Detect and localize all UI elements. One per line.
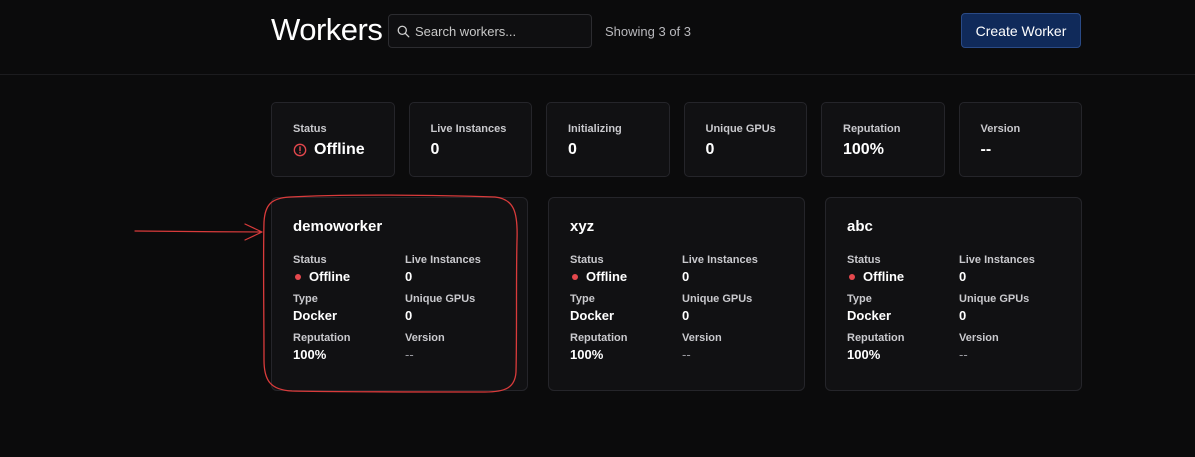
worker-live-instances: 0 [959, 269, 967, 284]
worker-card-abc[interactable]: abc Status Offline Live Instances 0 Type… [825, 197, 1082, 391]
stat-value: 0 [568, 141, 577, 158]
field-label: Unique GPUs [959, 293, 1030, 305]
field-label: Version [405, 332, 445, 344]
field-label: Live Instances [682, 254, 758, 266]
worker-card-xyz[interactable]: xyz Status Offline Live Instances 0 Type… [548, 197, 805, 391]
worker-unique-gpus: 0 [682, 308, 690, 323]
field-label: Type [570, 293, 595, 305]
stat-reputation: Reputation 100% [821, 102, 945, 177]
worker-unique-gpus: 0 [959, 308, 967, 323]
stat-label: Reputation [843, 123, 901, 135]
worker-card-demoworker[interactable]: demoworker Status Offline Live Instances… [271, 197, 528, 391]
field-label: Type [847, 293, 872, 305]
summary-stats: Status Offline Live Instances 0 Initiali… [271, 102, 1082, 177]
alert-circle-icon [293, 143, 307, 157]
stat-unique-gpus: Unique GPUs 0 [683, 102, 807, 177]
worker-reputation: 100% [847, 347, 881, 362]
stat-version: Version -- [958, 102, 1082, 177]
worker-name: xyz [570, 218, 595, 235]
annotation-arrow [134, 223, 263, 241]
field-label: Version [959, 332, 999, 344]
stat-value: 0 [705, 141, 715, 158]
field-label: Reputation [570, 332, 628, 344]
field-label: Reputation [847, 332, 905, 344]
stat-label: Unique GPUs [705, 123, 776, 135]
field-label: Unique GPUs [682, 293, 753, 305]
page-header: Workers Showing 3 of 3 Create Worker [0, 0, 1195, 75]
status-dot-icon [572, 273, 578, 280]
worker-type: Docker [570, 308, 615, 323]
stat-value: 0 [430, 141, 440, 158]
worker-unique-gpus: 0 [405, 308, 413, 323]
worker-type: Docker [847, 308, 892, 323]
worker-version: -- [682, 347, 691, 362]
stat-label: Initializing [568, 123, 622, 135]
field-label: Status [570, 254, 604, 266]
field-label: Status [847, 254, 881, 266]
create-worker-button[interactable]: Create Worker [961, 13, 1081, 48]
worker-status: Offline [309, 269, 351, 284]
worker-version: -- [959, 347, 968, 362]
stat-live-instances: Live Instances 0 [408, 102, 532, 177]
field-label: Live Instances [959, 254, 1035, 266]
page-title: Workers [271, 12, 383, 47]
stat-value: Offline [314, 141, 365, 158]
stat-value: 100% [843, 141, 884, 158]
worker-cards: demoworker Status Offline Live Instances… [271, 197, 1082, 391]
worker-status: Offline [586, 269, 628, 284]
field-label: Reputation [293, 332, 351, 344]
results-count: Showing 3 of 3 [605, 24, 692, 39]
worker-live-instances: 0 [405, 269, 413, 284]
stat-value: -- [980, 141, 992, 158]
stat-label: Version [980, 123, 1021, 135]
field-label: Unique GPUs [405, 293, 476, 305]
worker-live-instances: 0 [682, 269, 690, 284]
worker-name: demoworker [293, 218, 383, 235]
worker-name: abc [847, 218, 873, 235]
worker-status: Offline [863, 269, 905, 284]
stat-initializing: Initializing 0 [546, 102, 670, 177]
search-icon [397, 25, 410, 37]
status-dot-icon [295, 273, 301, 280]
field-label: Live Instances [405, 254, 481, 266]
search-input[interactable] [415, 23, 585, 39]
field-label: Type [293, 293, 318, 305]
stat-label: Status [293, 123, 327, 135]
status-dot-icon [849, 273, 855, 280]
worker-type: Docker [293, 308, 338, 323]
search-box[interactable] [388, 14, 592, 48]
field-label: Status [293, 254, 327, 266]
worker-version: -- [405, 347, 414, 362]
worker-reputation: 100% [293, 347, 327, 362]
field-label: Version [682, 332, 722, 344]
stat-label: Live Instances [430, 123, 507, 135]
worker-reputation: 100% [570, 347, 604, 362]
stat-status: Status Offline [271, 102, 395, 177]
